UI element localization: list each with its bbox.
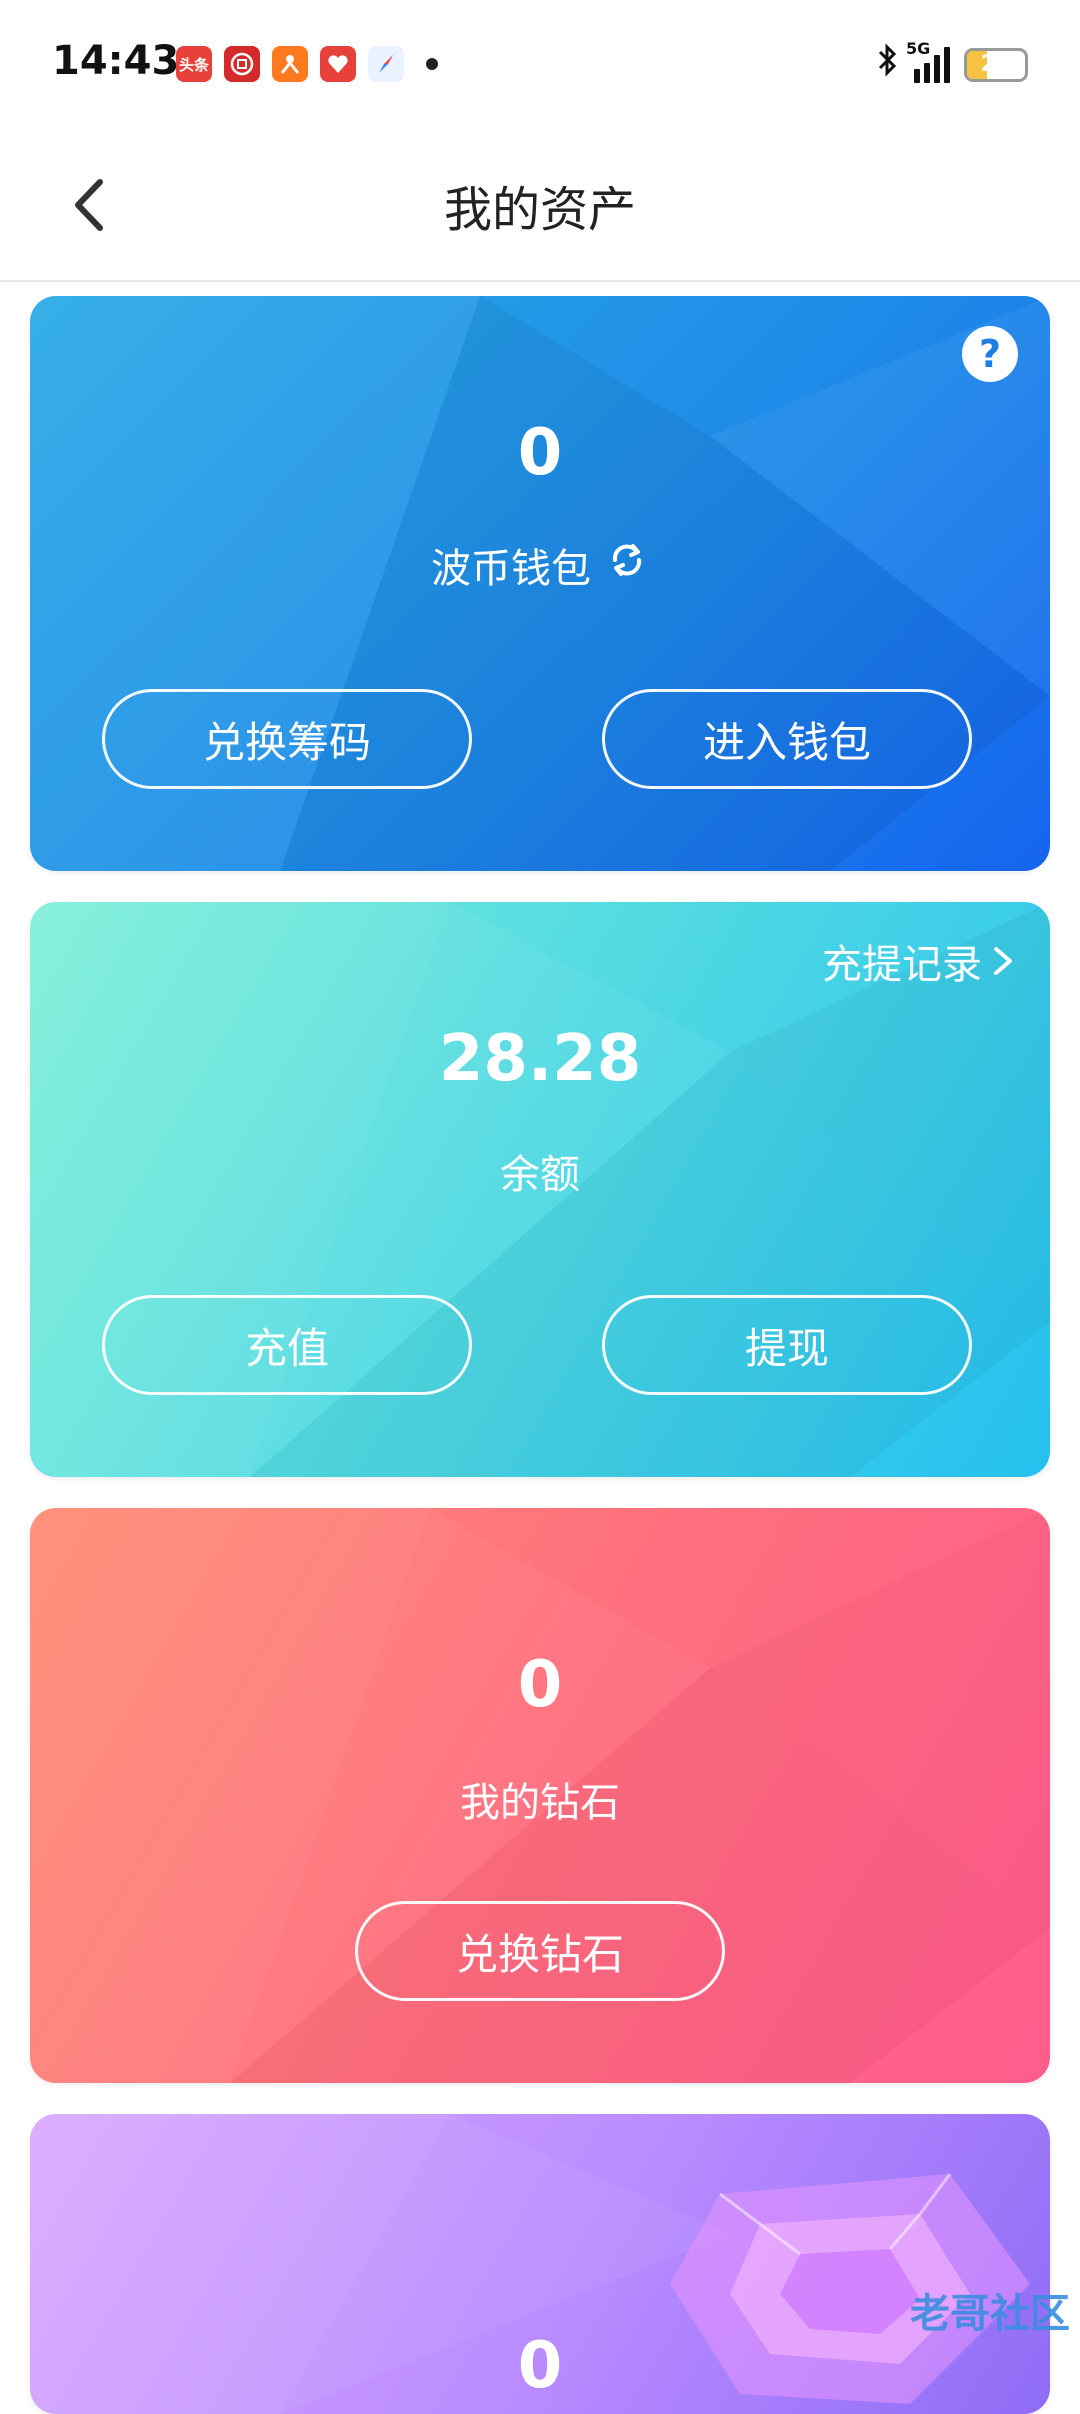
system-status: 5G 28: [874, 39, 1028, 87]
refresh-icon[interactable]: [605, 538, 649, 592]
wallet-label-row: 波币钱包: [30, 536, 1050, 594]
recharge-button[interactable]: 充值: [102, 1295, 472, 1395]
balance-label: 余额: [500, 1152, 580, 1198]
enter-wallet-button[interactable]: 进入钱包: [602, 689, 972, 789]
page-title: 我的资产: [443, 182, 636, 238]
heart-app-icon: [320, 46, 356, 82]
records-link-label: 充提记录: [822, 942, 982, 988]
person-app-icon: [272, 46, 308, 82]
exchange-diamonds-button[interactable]: 兑换钻石: [355, 1901, 725, 2001]
balance-amount: 28.28: [438, 1022, 642, 1096]
diamond-amount: 0: [517, 1648, 563, 1722]
diamond-card: 0 我的钻石 兑换钻石: [30, 1508, 1050, 2083]
status-time: 14:43: [52, 38, 180, 84]
battery-level: 28: [980, 52, 1012, 77]
cellular-signal-icon: 5G: [906, 39, 950, 83]
diamond-label: 我的钻石: [460, 1780, 620, 1826]
page-header: 我的资产: [0, 130, 1080, 282]
wallet-label: 波币钱包: [431, 546, 591, 592]
bluetooth-icon: [874, 42, 900, 87]
bank-icon: [224, 46, 260, 82]
network-type: 5G: [906, 38, 931, 58]
help-icon[interactable]: ?: [962, 326, 1018, 382]
status-bar: 14:43 头条 5G 28: [0, 0, 1080, 130]
toutiao-icon: 头条: [176, 46, 212, 82]
withdraw-button[interactable]: 提现: [602, 1295, 972, 1395]
recharge-withdraw-records-link[interactable]: 充提记录: [822, 932, 1018, 990]
balance-card: 充提记录 28.28 余额 充值 提现: [30, 902, 1050, 1477]
battery-icon: 28: [964, 47, 1028, 82]
watermark-logo: 老哥社区: [830, 2270, 1070, 2350]
notification-icons: 头条: [176, 46, 438, 82]
wallet-amount: 0: [517, 416, 563, 490]
chevron-right-icon: [994, 947, 1012, 975]
fourth-asset-card: 0: [30, 2114, 1050, 2414]
exchange-chips-button[interactable]: 兑换筹码: [102, 689, 472, 789]
wallet-card: ? 0 波币钱包 兑换筹码 进入钱包: [30, 296, 1050, 871]
compass-icon: [368, 46, 404, 82]
more-notifications-dot: [426, 58, 438, 70]
watermark-text: 老哥社区: [910, 2291, 1070, 2337]
